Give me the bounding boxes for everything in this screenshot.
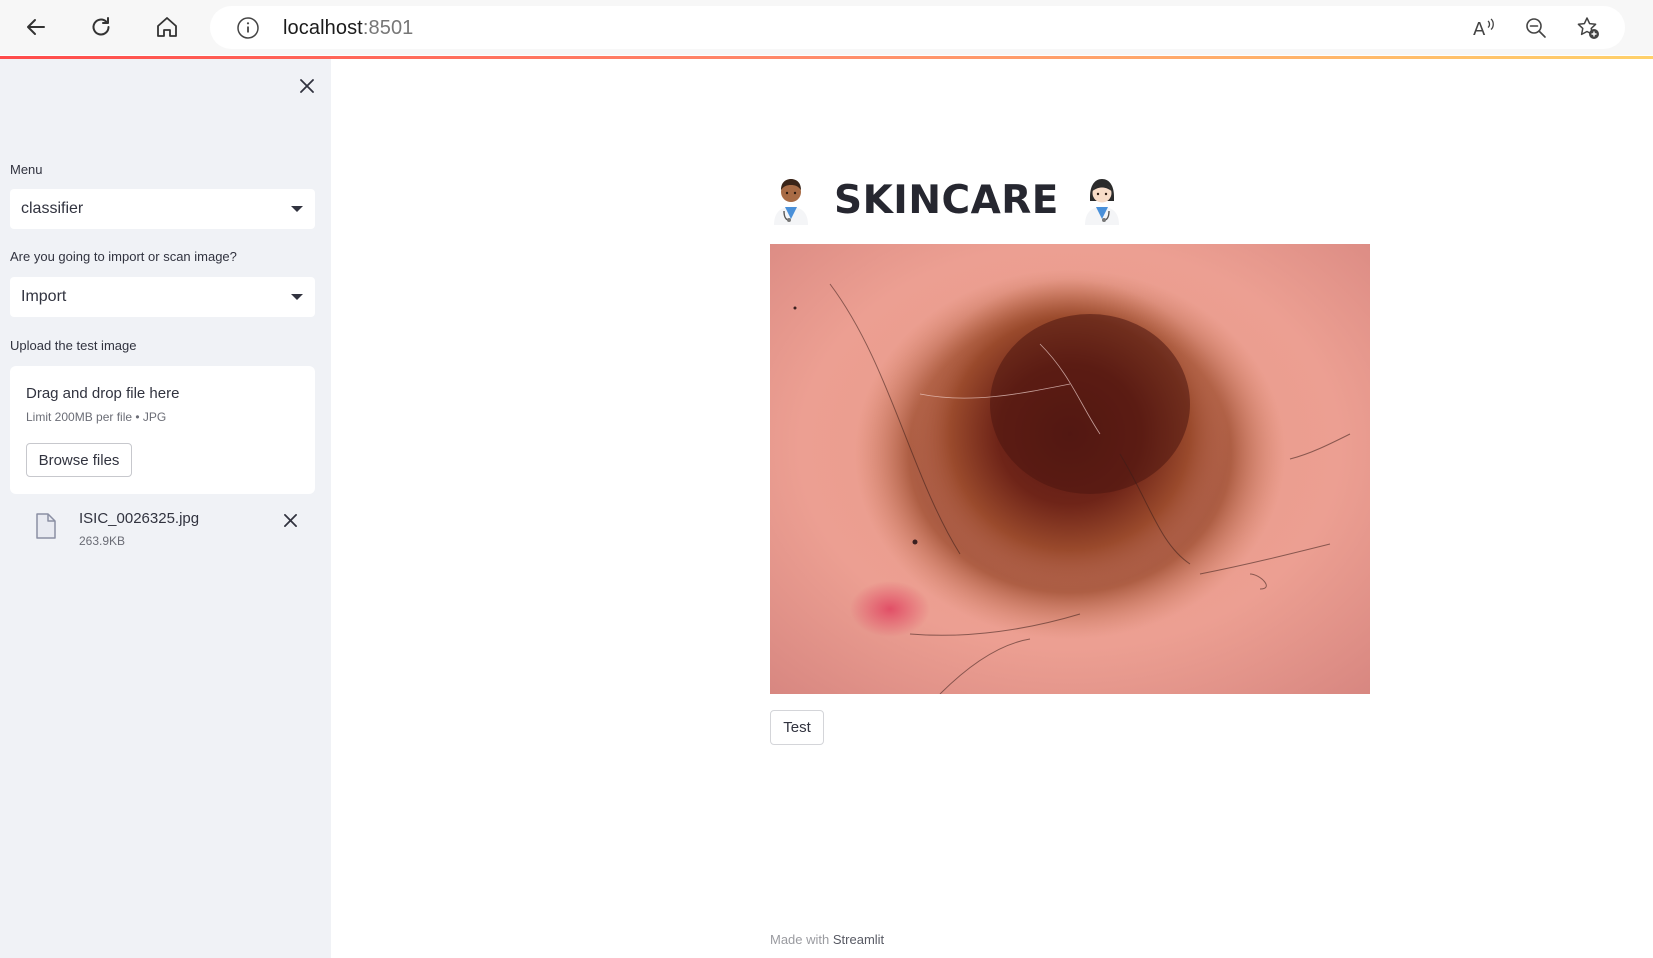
sidebar: Menu classifier Are you going to import … (0, 59, 331, 958)
upload-label: Upload the test image (10, 338, 137, 353)
menu-select[interactable]: classifier (10, 189, 315, 229)
browse-files-button[interactable]: Browse files (26, 443, 132, 477)
file-size: 263.9KB (79, 534, 126, 548)
chevron-down-icon (291, 206, 303, 212)
file-dropzone[interactable]: Drag and drop file here Limit 200MB per … (10, 366, 315, 494)
uploaded-file: ISIC_0026325.jpg 263.9KB (10, 506, 315, 554)
menu-label: Menu (10, 162, 43, 177)
mode-select[interactable]: Import (10, 277, 315, 317)
remove-file-icon[interactable] (280, 510, 300, 530)
zoom-out-icon[interactable] (1523, 15, 1549, 41)
dropzone-limit: Limit 200MB per file • JPG (26, 410, 167, 424)
footer-brand-link[interactable]: Streamlit (833, 932, 884, 947)
url-text[interactable]: localhost:8501 (283, 17, 413, 40)
test-button[interactable]: Test (770, 710, 824, 745)
browser-toolbar: localhost:8501 A (0, 0, 1653, 55)
mode-select-value: Import (21, 288, 67, 305)
home-icon[interactable] (149, 9, 185, 45)
page-title: SKINCARE (834, 177, 1059, 223)
skin-lesion-image (770, 244, 1370, 694)
add-favorite-icon[interactable] (1575, 15, 1601, 41)
footer-prefix: Made with (770, 932, 833, 947)
read-aloud-icon[interactable]: A (1471, 15, 1497, 41)
female-doctor-emoji-icon (1084, 179, 1119, 225)
close-sidebar-icon[interactable] (294, 73, 320, 99)
back-arrow-icon[interactable] (18, 9, 54, 45)
mode-label: Are you going to import or scan image? (10, 249, 237, 264)
chevron-down-icon (291, 294, 303, 300)
svg-text:A: A (1473, 19, 1486, 40)
file-icon (36, 513, 56, 539)
footer: Made with Streamlit (770, 932, 884, 947)
male-doctor-emoji-icon (774, 179, 808, 225)
refresh-icon[interactable] (83, 9, 119, 45)
info-icon[interactable] (236, 16, 260, 40)
dropzone-title: Drag and drop file here (26, 385, 180, 402)
page-header: SKINCARE (770, 170, 1123, 230)
address-bar[interactable]: localhost:8501 A (210, 6, 1625, 49)
file-name: ISIC_0026325.jpg (79, 510, 200, 527)
menu-select-value: classifier (21, 200, 84, 217)
